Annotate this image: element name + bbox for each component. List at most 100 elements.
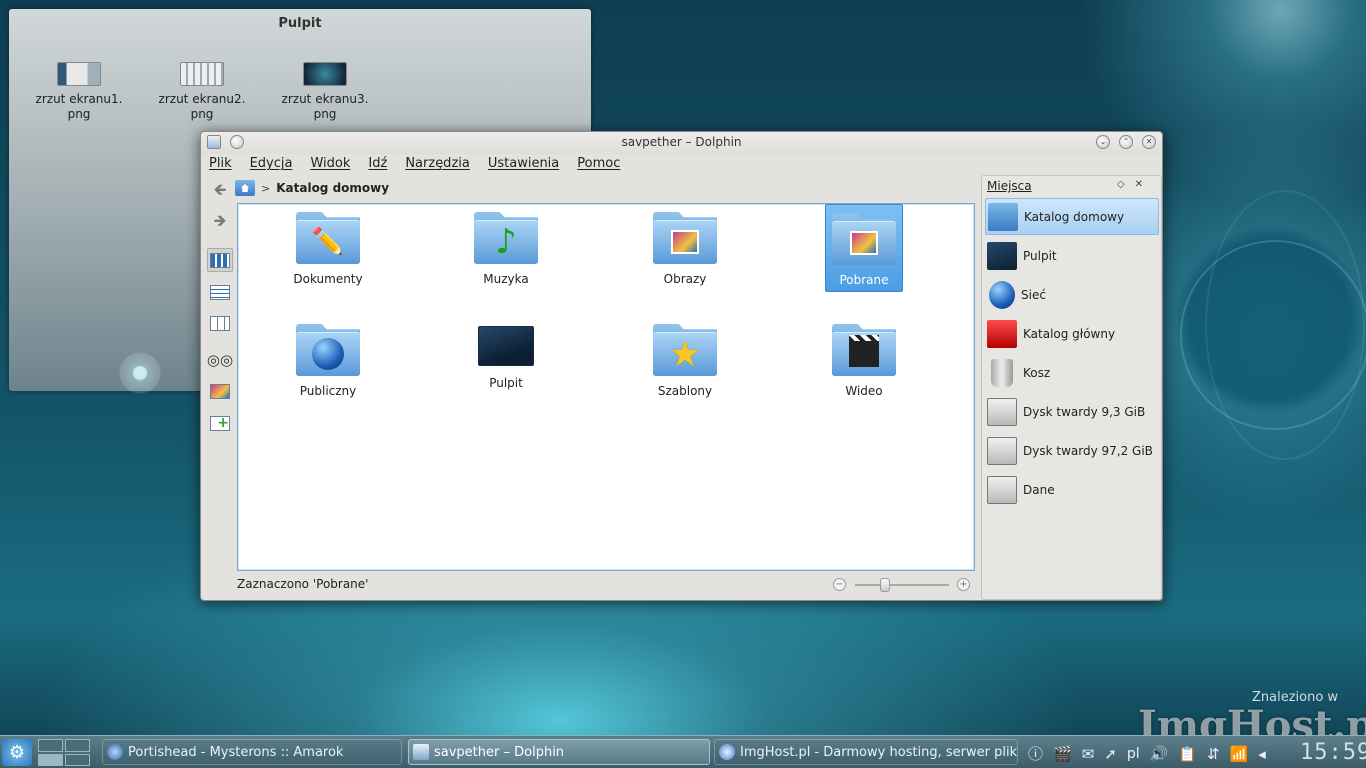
image-thumbnail-icon xyxy=(303,62,347,86)
details-view-button[interactable] xyxy=(207,280,233,304)
dolphin-window: savpether – Dolphin ⌄ ⌃ ✕ Plik Edycja Wido… xyxy=(200,131,1163,601)
task-amarok[interactable]: Portishead - Mysterons :: Amarok xyxy=(102,739,402,765)
home-folder-icon xyxy=(988,202,1018,231)
forward-button[interactable]: 🡺 xyxy=(207,211,233,235)
keyboard-layout[interactable]: pl xyxy=(1127,746,1140,762)
menu-bar: Plik Edycja Widok Idź Narzędzia Ustawienia Pom… xyxy=(207,156,636,176)
pager-desktop-2[interactable] xyxy=(65,739,90,752)
desktop-file-screenshot2[interactable]: zrzut ekranu2. png xyxy=(142,62,262,122)
zoom-handle[interactable] xyxy=(880,578,891,592)
split-view-button[interactable]: + xyxy=(207,411,233,435)
pager-desktop-3[interactable] xyxy=(38,753,63,766)
clock[interactable]: 15:59 xyxy=(1300,740,1366,765)
file-item-muzyka[interactable]: ♪ Muzyka xyxy=(466,206,546,286)
zoom-out-icon[interactable]: − xyxy=(833,578,846,591)
hard-disk-icon xyxy=(987,475,1017,504)
clipboard-icon[interactable]: 📋 xyxy=(1178,745,1197,763)
place-label: Dysk twardy 9,3 GiB xyxy=(1023,404,1146,419)
mail-icon[interactable]: ✉ xyxy=(1082,745,1095,763)
place-kosz[interactable]: Kosz xyxy=(985,354,1159,391)
tray-expand-icon[interactable]: ◂ xyxy=(1258,745,1266,763)
place-katalog-glowny[interactable]: Katalog główny xyxy=(985,315,1159,352)
virtual-desktop-pager[interactable] xyxy=(38,739,90,766)
place-label: Katalog domowy xyxy=(1024,209,1125,224)
taskbar: ⚙ Portishead - Mysterons :: Amarok savpe… xyxy=(0,735,1366,768)
update-icon[interactable]: ➚ xyxy=(1104,745,1117,763)
task-label: savpether – Dolphin xyxy=(434,744,565,760)
desktop-file-screenshot1[interactable]: zrzut ekranu1. png xyxy=(19,62,139,122)
desktop-toolbox-icon[interactable] xyxy=(119,352,161,394)
home-icon[interactable] xyxy=(235,180,255,196)
hard-disk-icon xyxy=(987,397,1017,426)
clapperboard-icon xyxy=(848,335,880,370)
menu-idz[interactable]: Idź xyxy=(366,156,389,171)
pager-desktop-4[interactable] xyxy=(65,753,90,766)
network-globe-icon xyxy=(989,280,1015,309)
float-panel-icon[interactable]: ◇ xyxy=(1117,179,1135,190)
network-icon[interactable]: ⇵ xyxy=(1207,745,1220,763)
menu-edycja[interactable]: Edycja xyxy=(248,156,295,171)
menu-pomoc[interactable]: Pomoc xyxy=(575,156,622,171)
maximize-button[interactable]: ⌃ xyxy=(1119,135,1133,149)
globe-icon xyxy=(312,338,344,370)
zoom-slider[interactable]: − + xyxy=(833,577,973,593)
icons-view-button[interactable] xyxy=(207,248,233,272)
file-item-wideo[interactable]: Wideo xyxy=(824,318,904,398)
title-bar[interactable]: savpether – Dolphin ⌄ ⌃ ✕ xyxy=(201,132,1162,154)
file-name: Publiczny xyxy=(299,384,357,398)
task-browser[interactable]: ImgHost.pl - Darmowy hosting, serwer pli… xyxy=(714,739,1018,765)
background-ring xyxy=(1205,190,1365,460)
preview-button[interactable] xyxy=(207,379,233,403)
kde-menu-icon[interactable]: ⚙ xyxy=(2,739,32,766)
place-katalog-domowy[interactable]: Katalog domowy xyxy=(985,198,1159,235)
desktop-file-screenshot3[interactable]: zrzut ekranu3. png xyxy=(265,62,385,122)
volume-icon[interactable]: 🔊 xyxy=(1150,745,1169,763)
file-name: Obrazy xyxy=(663,272,707,286)
file-item-pulpit[interactable]: Pulpit xyxy=(466,318,546,390)
file-name: Muzyka xyxy=(483,272,529,286)
file-label: zrzut ekranu2. png xyxy=(158,92,246,121)
place-dysk-9[interactable]: Dysk twardy 9,3 GiB xyxy=(985,393,1159,430)
place-pulpit[interactable]: Pulpit xyxy=(985,237,1159,274)
menu-plik[interactable]: Plik xyxy=(207,156,234,171)
file-view[interactable]: ✏️ Dokumenty ♪ Muzyka Obrazy Pobrane Pub… xyxy=(237,203,975,571)
place-label: Pulpit xyxy=(1023,248,1057,263)
minimize-button[interactable]: ⌄ xyxy=(1096,135,1110,149)
columns-view-button[interactable] xyxy=(207,311,233,335)
icons-view-icon xyxy=(210,252,230,268)
place-dysk-97[interactable]: Dysk twardy 97,2 GiB xyxy=(985,432,1159,469)
info-icon[interactable]: ⓘ xyxy=(1028,743,1043,764)
place-siec[interactable]: Sieć xyxy=(985,276,1159,313)
desktop-icon xyxy=(478,326,534,366)
back-button[interactable]: 🡸 xyxy=(207,180,233,204)
file-item-publiczny[interactable]: Publiczny xyxy=(288,318,368,398)
root-folder-icon xyxy=(987,319,1017,348)
menu-ustawienia[interactable]: Ustawienia xyxy=(486,156,561,171)
place-dane[interactable]: Dane xyxy=(985,471,1159,508)
file-item-dokumenty[interactable]: ✏️ Dokumenty xyxy=(288,206,368,286)
wifi-icon[interactable]: 📶 xyxy=(1230,745,1249,763)
close-panel-icon[interactable]: ✕ xyxy=(1135,179,1153,190)
panel-controls[interactable]: ◇✕ xyxy=(1117,179,1153,190)
folder-icon: ★ xyxy=(653,322,717,378)
zoom-track[interactable] xyxy=(855,584,949,586)
task-label: Portishead - Mysterons :: Amarok xyxy=(128,744,344,760)
menu-narzedzia[interactable]: Narzędzia xyxy=(403,156,472,171)
zoom-in-icon[interactable]: + xyxy=(957,578,970,591)
find-button[interactable]: ◎◎ xyxy=(207,348,233,372)
star-icon: ★ xyxy=(668,333,702,375)
menu-widok[interactable]: Widok xyxy=(308,156,352,171)
file-item-szablony[interactable]: ★ Szablony xyxy=(645,318,725,398)
clapper-tray-icon[interactable]: 🎬 xyxy=(1053,745,1072,763)
pager-desktop-1[interactable] xyxy=(38,739,63,752)
file-item-pobrane[interactable]: Pobrane xyxy=(825,204,903,292)
chevron-right-icon[interactable]: > xyxy=(261,182,270,195)
places-title: Miejsca xyxy=(987,179,1032,193)
breadcrumb-current[interactable]: Katalog domowy xyxy=(276,181,389,195)
task-dolphin[interactable]: savpether – Dolphin xyxy=(408,739,710,765)
close-button[interactable]: ✕ xyxy=(1142,135,1156,149)
breadcrumb: > Katalog domowy xyxy=(235,178,389,198)
file-item-obrazy[interactable]: Obrazy xyxy=(645,206,725,286)
picture-icon xyxy=(848,227,880,259)
desktop-title: Pulpit xyxy=(278,16,322,31)
